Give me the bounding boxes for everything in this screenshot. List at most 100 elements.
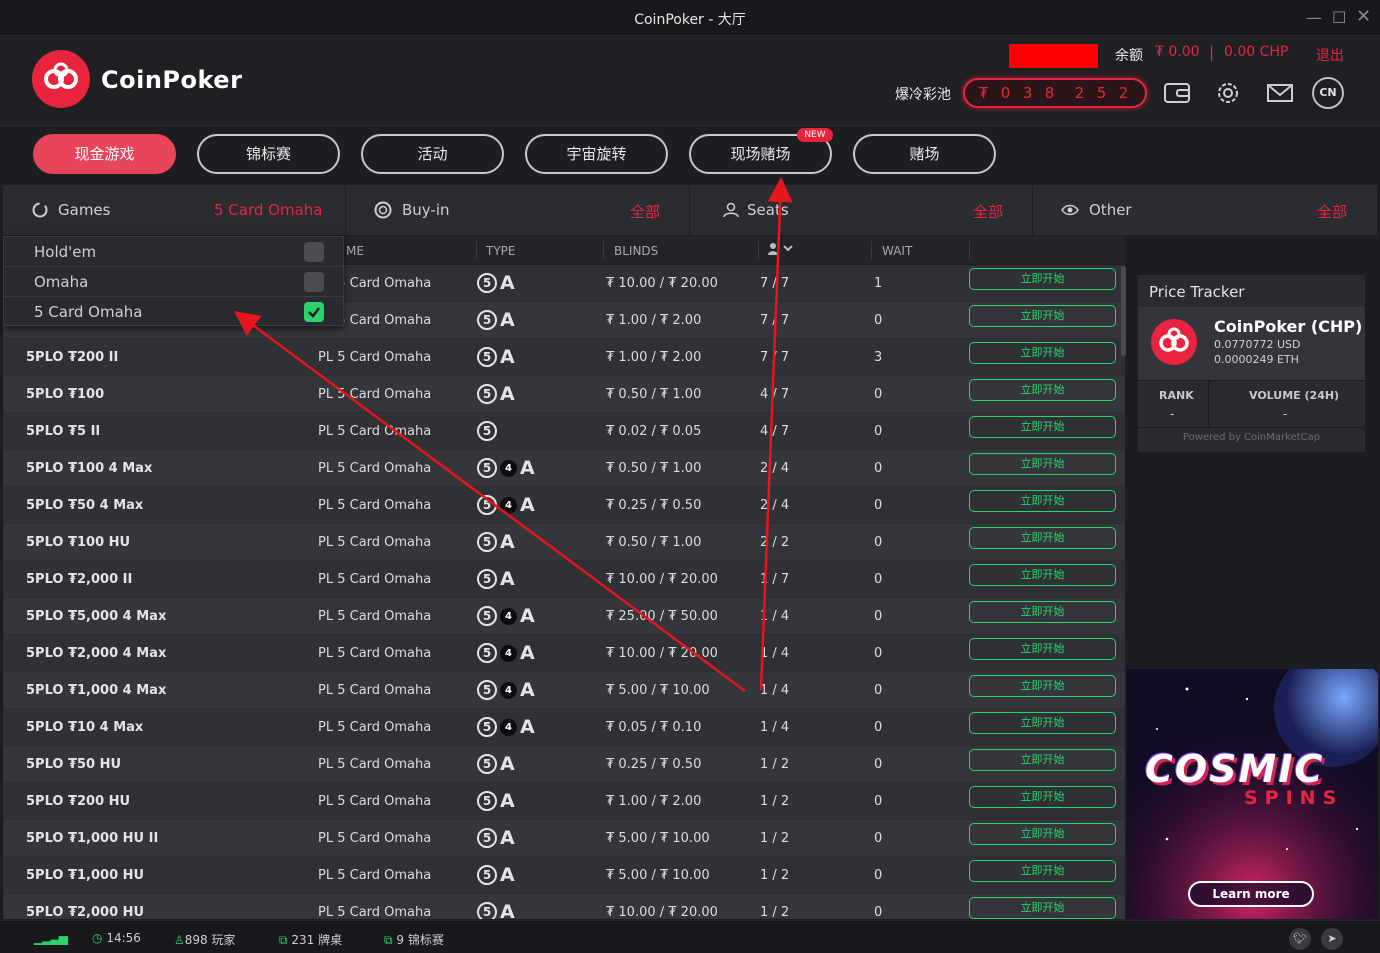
column-divider: [476, 241, 477, 259]
telegram-icon[interactable]: ➤: [1321, 928, 1343, 950]
play-now-button[interactable]: 立即开始: [969, 601, 1116, 623]
five-card-icon: 5: [477, 384, 497, 404]
check-icon: [308, 307, 320, 318]
dropdown-item-5-card-omaha[interactable]: 5 Card Omaha: [4, 297, 343, 327]
table-row[interactable]: 5PLO ₮100 HU PL 5 Card Omaha 5 A ₮ 0.50 / ₮ …: [3, 524, 1125, 561]
play-now-button[interactable]: 立即开始: [969, 638, 1116, 660]
five-card-icon: 5: [477, 347, 497, 367]
table-row[interactable]: 5PLO ₮5 II PL 5 Card Omaha 5 ₮ 0.02 / ₮ 0.0…: [3, 413, 1125, 450]
new-badge: NEW: [797, 128, 833, 142]
tab-tournaments[interactable]: 锦标赛: [197, 134, 340, 174]
settings-gear-icon[interactable]: [1213, 78, 1243, 108]
wallet-icon[interactable]: [1162, 78, 1192, 108]
ante-icon: A: [500, 346, 515, 368]
tables-status: ⧉ 231 牌桌: [279, 931, 342, 948]
dropdown-item-omaha[interactable]: Omaha: [4, 267, 343, 297]
game-icons: 54A: [477, 642, 535, 664]
ante-icon: A: [520, 605, 535, 627]
column-name[interactable]: ME: [346, 244, 364, 258]
dropdown-item-label: Omaha: [34, 273, 89, 291]
tab-casino[interactable]: 赌场: [853, 134, 996, 174]
cosmic-spins-banner[interactable]: COSMIC SPINS Learn more: [1127, 669, 1378, 919]
games-filter[interactable]: Games 5 Card Omaha: [3, 185, 346, 235]
dropdown-item-holdem[interactable]: Hold'em: [4, 237, 343, 267]
buyin-filter[interactable]: Buy-in 全部: [346, 185, 690, 235]
other-filter[interactable]: Other 全部: [1033, 185, 1377, 235]
game-icons: 5A: [477, 346, 515, 368]
table-row[interactable]: 5PLO ₮200 II PL 5 Card Omaha 5 A ₮ 1.00 / ₮ …: [3, 339, 1125, 376]
play-now-button[interactable]: 立即开始: [969, 490, 1116, 512]
table-name: 5PLO ₮200 II: [26, 350, 119, 365]
table-row[interactable]: 5PLO ₮200 HU PL 5 Card Omaha 5 A ₮ 1.00 / ₮ …: [3, 783, 1125, 820]
table-row[interactable]: 5PLO ₮5,000 4 Max PL 5 Card Omaha 5 4 A ₮ 25.…: [3, 598, 1125, 635]
play-now-button[interactable]: 立即开始: [969, 897, 1116, 919]
tab-events[interactable]: 活动: [361, 134, 504, 174]
play-now-button[interactable]: 立即开始: [969, 749, 1116, 771]
maximize-icon[interactable]: ☐: [1332, 8, 1346, 27]
learn-more-button[interactable]: Learn more: [1188, 881, 1314, 907]
close-icon[interactable]: ✕: [1356, 6, 1371, 27]
play-now-button[interactable]: 立即开始: [969, 564, 1116, 586]
logout-link[interactable]: 退出: [1316, 45, 1344, 65]
dropdown-item-label: Hold'em: [34, 243, 97, 261]
seats: 1 / 4: [760, 720, 790, 735]
header: CoinPoker 余额 ₮ 0.00 | 0.00 CHP 退出 爆冷彩池 ₮…: [0, 36, 1380, 126]
column-blinds[interactable]: BLINDS: [614, 244, 658, 258]
checkbox-checked[interactable]: [304, 302, 324, 322]
language-button[interactable]: CN: [1312, 77, 1344, 109]
play-now-button[interactable]: 立即开始: [969, 379, 1116, 401]
play-now-button[interactable]: 立即开始: [969, 786, 1116, 808]
table-name: 5PLO ₮5 II: [26, 424, 101, 439]
balance-label: 余额: [1115, 48, 1143, 64]
play-now-button[interactable]: 立即开始: [969, 823, 1116, 845]
table-row[interactable]: 5PLO ₮50 4 Max PL 5 Card Omaha 5 4 A ₮ 0.25 /…: [3, 487, 1125, 524]
table-row[interactable]: 5PLO ₮2,000 HU PL 5 Card Omaha 5 A ₮ 10.00 /…: [3, 894, 1125, 919]
checkbox[interactable]: [304, 272, 324, 292]
play-now-button[interactable]: 立即开始: [969, 675, 1116, 697]
twitter-icon[interactable]: 🐦︎: [1289, 928, 1311, 950]
play-now-button[interactable]: 立即开始: [969, 416, 1116, 438]
wait-count: 0: [874, 498, 883, 513]
play-now-button[interactable]: 立即开始: [969, 527, 1116, 549]
four-max-icon: 4: [500, 681, 517, 699]
blinds: ₮ 1.00 / ₮ 2.00: [606, 794, 702, 809]
checkbox[interactable]: [304, 242, 324, 262]
table-row[interactable]: 5PLO ₮1,000 4 Max PL 5 Card Omaha 5 4 A ₮ 5.0…: [3, 672, 1125, 709]
coin-eth-price: 0.0000249 ETH: [1214, 353, 1299, 366]
table-row[interactable]: 5PLO ₮100 PL 5 Card Omaha 5 A ₮ 0.50 / ₮ 1.0…: [3, 376, 1125, 413]
table-row[interactable]: 5PLO ₮1,000 HU II PL 5 Card Omaha 5 A ₮ 5.00…: [3, 820, 1125, 857]
play-now-button[interactable]: 立即开始: [969, 268, 1116, 290]
play-now-button[interactable]: 立即开始: [969, 342, 1116, 364]
volume-value: -: [1283, 407, 1288, 421]
play-now-button[interactable]: 立即开始: [969, 712, 1116, 734]
play-now-button[interactable]: 立即开始: [969, 860, 1116, 882]
seats-filter[interactable]: Seats 全部: [690, 185, 1033, 235]
column-seats-user-icon[interactable]: [767, 242, 797, 259]
wait-count: 0: [874, 572, 883, 587]
wait-count: 1: [874, 276, 883, 291]
table-row[interactable]: 5PLO ₮10 4 Max PL 5 Card Omaha 5 4 A ₮ 0.05 /…: [3, 709, 1125, 746]
table-row[interactable]: 5PLO ₮100 4 Max PL 5 Card Omaha 5 4 A ₮ 0.50 …: [3, 450, 1125, 487]
price-card[interactable]: CoinPoker (CHP) 0.0770772 USD 0.0000249 …: [1138, 307, 1365, 380]
column-wait[interactable]: WAIT: [882, 244, 912, 258]
wait-count: 3: [874, 350, 883, 365]
five-card-icon: 5: [477, 458, 497, 478]
price-stats: RANK - VOLUME (24H) -: [1138, 380, 1365, 429]
table-row[interactable]: 5PLO ₮1,000 HU PL 5 Card Omaha 5 A ₮ 5.00 / …: [3, 857, 1125, 894]
play-now-button[interactable]: 立即开始: [969, 305, 1116, 327]
mail-icon[interactable]: [1265, 78, 1295, 108]
game-type: PL 5 Card Omaha: [318, 498, 432, 513]
column-type[interactable]: TYPE: [486, 244, 515, 258]
play-now-button[interactable]: 立即开始: [969, 453, 1116, 475]
jackpot-counter[interactable]: ₮ 0 3 8 2 5 2: [963, 78, 1147, 108]
tab-cosmic-spins[interactable]: 宇宙旋转: [525, 134, 668, 174]
table-row[interactable]: 5PLO ₮2,000 II PL 5 Card Omaha 5 A ₮ 10.00 /…: [3, 561, 1125, 598]
tab-cash-games[interactable]: 现金游戏: [33, 134, 176, 174]
table-name: 5PLO ₮100 HU: [26, 535, 131, 550]
minimize-icon[interactable]: —: [1306, 8, 1322, 27]
blinds: ₮ 0.25 / ₮ 0.50: [606, 498, 702, 513]
seats-value: 全部: [973, 203, 1004, 221]
table-row[interactable]: 5PLO ₮2,000 4 Max PL 5 Card Omaha 5 4 A ₮ 10.…: [3, 635, 1125, 672]
table-row[interactable]: 5PLO ₮50 HU PL 5 Card Omaha 5 A ₮ 0.25 / ₮ 0…: [3, 746, 1125, 783]
table-scrollbar[interactable]: [1121, 266, 1126, 356]
